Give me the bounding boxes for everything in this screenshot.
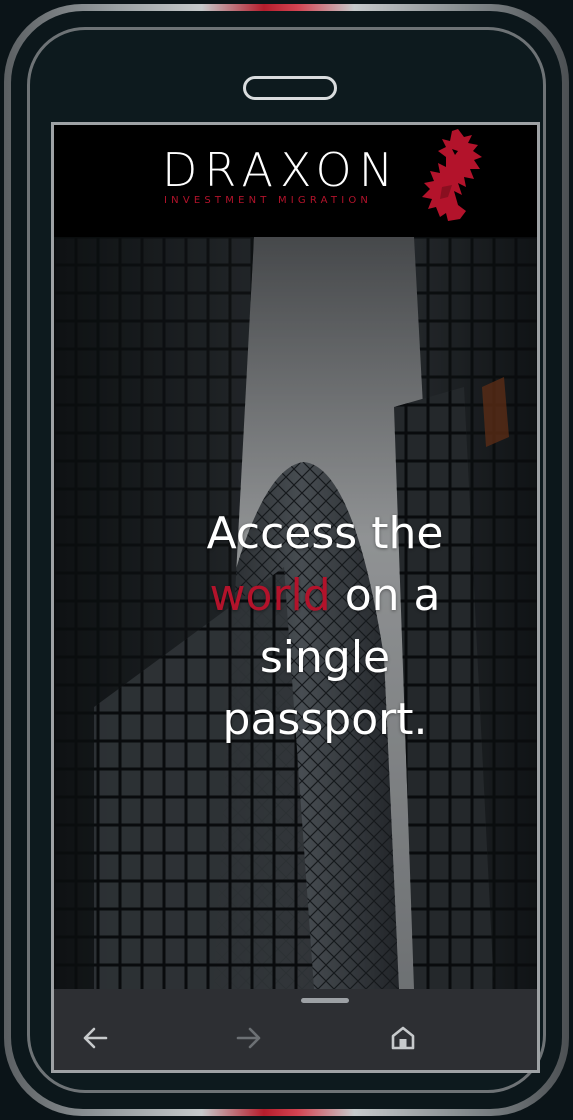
forward-button[interactable] [234,1023,264,1053]
headline-accent-word: world [209,570,331,621]
brand-tagline: INVESTMENT MIGRATION [164,195,373,206]
browser-viewport[interactable]: DRAXON INVESTMENT MIGRATION Access the w… [54,125,537,1070]
home-icon [391,1026,415,1050]
site-header: DRAXON INVESTMENT MIGRATION [54,125,537,237]
arrow-right-icon [236,1027,261,1049]
screen-frame: DRAXON INVESTMENT MIGRATION Access the w… [51,122,540,1073]
phone-frame: DRAXON INVESTMENT MIGRATION Access the w… [4,4,569,1116]
hero-headline: Access the world on a single passport. [160,503,490,751]
speaker-grille [243,76,337,100]
home-button[interactable] [388,1023,418,1053]
headline-line-3: single [259,632,391,683]
dragon-icon[interactable] [418,127,488,223]
headline-line-1: Access the [206,508,444,559]
headline-line-2: world on a [160,565,490,627]
headline-line-2-rest: on a [330,570,441,621]
headline-line-4: passport. [222,694,428,745]
gesture-handle[interactable] [301,998,349,1003]
hero-banner: Access the world on a single passport. [54,237,537,989]
phone-body: DRAXON INVESTMENT MIGRATION Access the w… [27,27,546,1093]
back-button[interactable] [80,1023,110,1053]
brand-wordmark[interactable]: DRAXON [162,147,400,193]
arrow-left-icon [83,1027,108,1049]
phone-bezel: DRAXON INVESTMENT MIGRATION Access the w… [11,11,562,1109]
browser-nav-bar [54,989,537,1070]
